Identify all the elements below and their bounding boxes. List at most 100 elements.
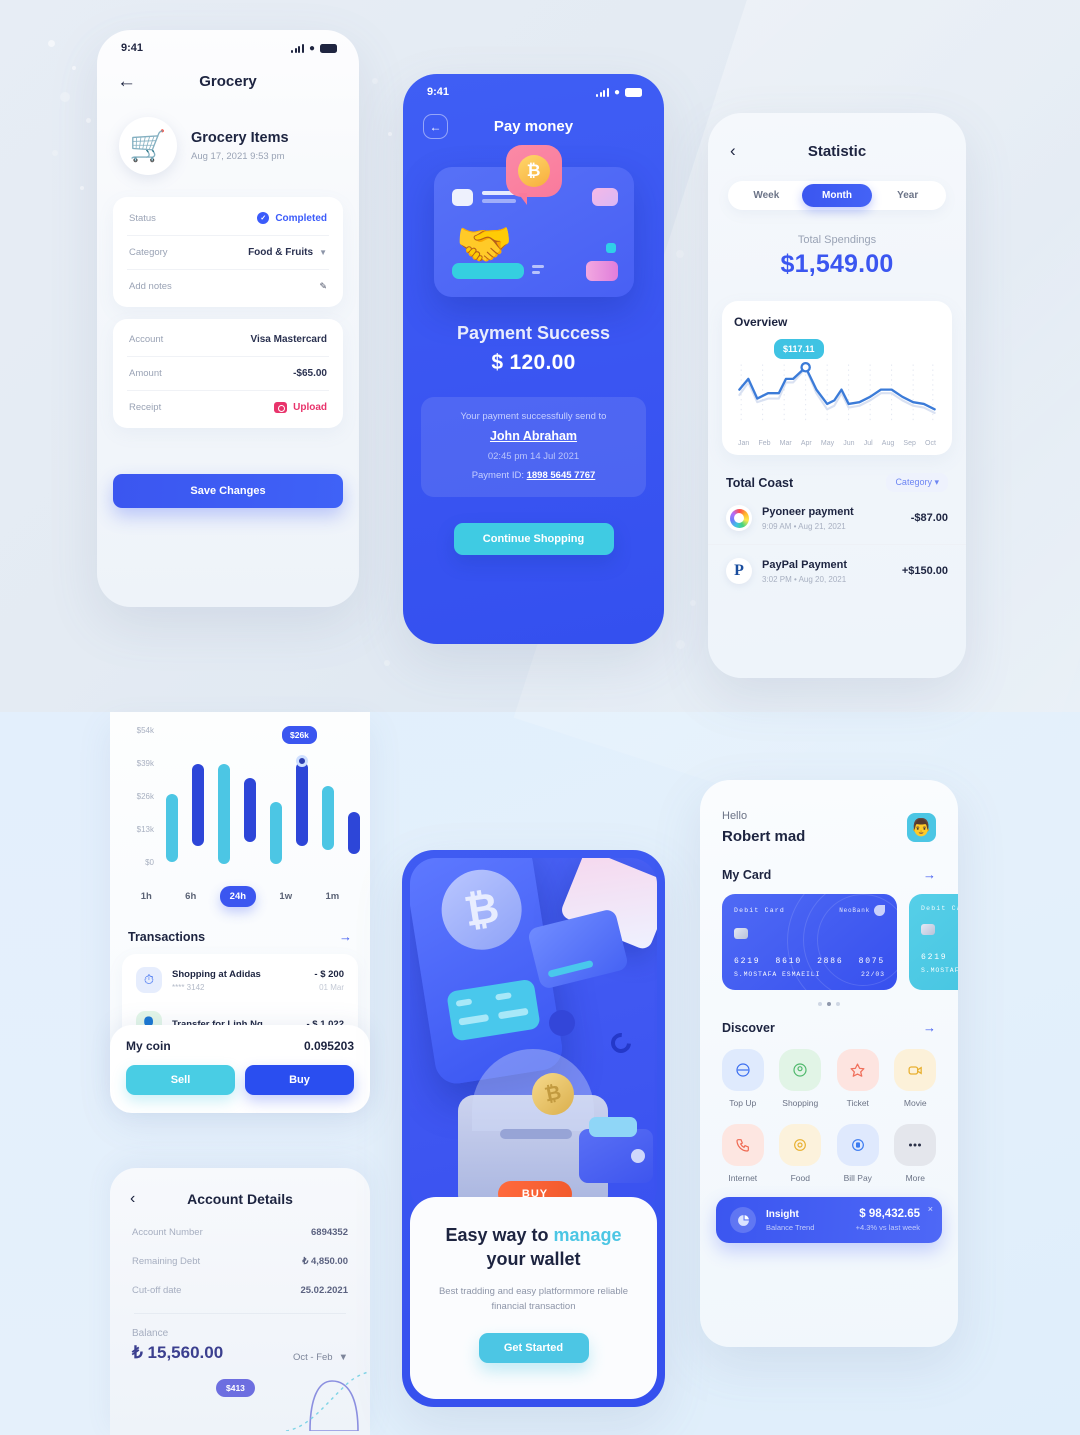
insight-banner[interactable]: Insight Balance Trend $ 98,432.65 +4.3% … bbox=[716, 1197, 942, 1243]
discover-item-bill-pay[interactable]: Bill Pay bbox=[831, 1124, 885, 1183]
discover-label: Ticket bbox=[846, 1098, 869, 1108]
signal-icon bbox=[596, 87, 609, 97]
wallet-3d-icon bbox=[579, 1117, 653, 1183]
transaction-row[interactable]: ⏱ Shopping at Adidas **** 3142 - $ 200 0… bbox=[132, 958, 348, 1002]
continue-shopping-button[interactable]: Continue Shopping bbox=[453, 523, 614, 555]
get-started-button[interactable]: Get Started bbox=[478, 1332, 589, 1363]
arrow-right-icon[interactable]: → bbox=[923, 867, 936, 882]
transaction-meta: 9:09 AM • Aug 21, 2021 bbox=[762, 521, 846, 531]
detail-label: Add notes bbox=[129, 281, 172, 292]
upload-action[interactable]: Upload bbox=[274, 402, 327, 413]
timeframe-1m[interactable]: 1m bbox=[316, 886, 350, 907]
tab-month[interactable]: Month bbox=[801, 184, 873, 207]
sell-button[interactable]: Sell bbox=[126, 1065, 235, 1095]
my-coin-sheet: My coin 0.095203 Sell Buy bbox=[110, 1025, 370, 1113]
category-dropdown[interactable]: Category ▾ bbox=[886, 473, 948, 492]
transaction-row[interactable]: Pyoneer payment 9:09 AM • Aug 21, 2021 -… bbox=[708, 492, 966, 545]
panel-account-details: ‹ Account Details Account Number 6894352… bbox=[110, 1168, 370, 1435]
carousel-dot-active[interactable] bbox=[827, 1002, 831, 1006]
recipient-name: John Abraham bbox=[489, 429, 578, 443]
save-changes-button[interactable]: Save Changes bbox=[113, 474, 343, 508]
overview-chart-card: Overview $117.11 Jan Feb Mar Apr May Jun… bbox=[722, 301, 952, 455]
credit-card[interactable]: Debit Card 6219 8610 S.MOSTAFA ESMAEILI bbox=[909, 894, 958, 990]
payment-id-label: Payment ID: bbox=[471, 470, 524, 481]
insight-value: $ 98,432.65 bbox=[859, 1208, 920, 1220]
y-tick: $0 bbox=[145, 858, 154, 867]
detail-row-status[interactable]: Status ✓ Completed bbox=[127, 201, 329, 236]
tab-week[interactable]: Week bbox=[731, 184, 802, 207]
discover-item-shopping[interactable]: Shopping bbox=[774, 1049, 828, 1108]
payment-row-receipt[interactable]: Receipt Upload bbox=[127, 391, 329, 424]
range-dropdown[interactable]: Oct - Feb ▼ bbox=[293, 1352, 348, 1363]
timeframe-24h[interactable]: 24h bbox=[219, 886, 257, 907]
phone-payment-success: 9:41 ● ← Pay money ₿ 🤝 Payment Success $… bbox=[403, 74, 664, 644]
discover-item-food[interactable]: Food bbox=[774, 1124, 828, 1183]
shopping-icon bbox=[779, 1049, 822, 1091]
carousel-dot[interactable] bbox=[818, 1002, 822, 1006]
arrow-right-icon[interactable]: → bbox=[339, 929, 352, 944]
discover-header: Discover → bbox=[700, 1020, 958, 1035]
balance-row: ₺ 15,560.00 Oct - Feb ▼ bbox=[110, 1339, 370, 1363]
transaction-amount: +$150.00 bbox=[901, 565, 948, 577]
receipt-card: Your payment successfully send to John A… bbox=[421, 397, 646, 497]
credit-card[interactable]: Debit Card NeoBank 6219 8610 2886 8075 S… bbox=[722, 894, 897, 990]
card-number-group: 6219 bbox=[921, 953, 948, 962]
discover-item-more[interactable]: More bbox=[889, 1124, 943, 1183]
timeframe-1h[interactable]: 1h bbox=[131, 886, 162, 907]
topup-icon bbox=[721, 1049, 764, 1091]
discover-item-internet[interactable]: Internet bbox=[716, 1124, 770, 1183]
x-tick: Mar bbox=[779, 440, 792, 447]
x-tick: May bbox=[820, 440, 835, 447]
slot-icon bbox=[500, 1129, 572, 1139]
close-icon[interactable]: × bbox=[928, 1204, 933, 1214]
discover-item-top-up[interactable]: Top Up bbox=[716, 1049, 770, 1108]
wallet-illustration: ₿ ₿ BUY bbox=[410, 858, 657, 1213]
detail-row-category[interactable]: Category Food & Fruits ▼ bbox=[127, 236, 329, 270]
buy-button[interactable]: Buy bbox=[245, 1065, 354, 1095]
discover-item-movie[interactable]: Movie bbox=[889, 1049, 943, 1108]
page-title: Grocery bbox=[199, 73, 257, 90]
bokeh-dot bbox=[60, 92, 70, 102]
card-3d-icon bbox=[446, 978, 541, 1042]
bitcoin-bubble-icon: ₿ bbox=[505, 145, 562, 205]
headline: Easy way to manage your wallet bbox=[432, 1223, 635, 1272]
carousel-dot[interactable] bbox=[836, 1002, 840, 1006]
insight-subtitle: Balance Trend bbox=[766, 1222, 815, 1232]
arrow-right-icon[interactable]: → bbox=[923, 1020, 936, 1035]
coin-value: 0.095203 bbox=[303, 1039, 354, 1053]
discover-item-ticket[interactable]: Ticket bbox=[831, 1049, 885, 1108]
discover-label: Bill Pay bbox=[843, 1173, 872, 1183]
bokeh-dot bbox=[384, 660, 390, 666]
card-carousel[interactable]: Debit Card NeoBank 6219 8610 2886 8075 S… bbox=[700, 882, 958, 990]
card-number-group: 6219 bbox=[734, 957, 761, 966]
more-icon bbox=[894, 1124, 937, 1166]
chevron-down-icon[interactable]: ▼ bbox=[319, 248, 327, 257]
details-card: Status ✓ Completed Category Food & Fruit… bbox=[113, 197, 343, 307]
timeframe-1w[interactable]: 1w bbox=[269, 886, 302, 907]
detail-row-notes[interactable]: Add notes ✎ bbox=[127, 270, 329, 303]
detail-label: Category bbox=[129, 247, 168, 258]
food-icon bbox=[779, 1124, 822, 1166]
detail-label: Status bbox=[129, 212, 156, 224]
total-spendings-value: $1,549.00 bbox=[780, 250, 894, 278]
payment-card: Account Visa Mastercard Amount -$65.00 R… bbox=[113, 319, 343, 428]
range-bar bbox=[218, 764, 230, 864]
transaction-row[interactable]: P PayPal Payment 3:02 PM • Aug 20, 2021 … bbox=[708, 545, 966, 597]
tab-year[interactable]: Year bbox=[872, 184, 943, 207]
chevron-down-icon: ▼ bbox=[338, 1352, 348, 1363]
c-ring-icon bbox=[606, 1028, 636, 1058]
payment-value: -$65.00 bbox=[293, 368, 327, 379]
edit-pencil-icon[interactable]: ✎ bbox=[319, 281, 327, 292]
chart-tooltip: $117.11 bbox=[774, 339, 824, 359]
avatar[interactable]: 👨 bbox=[907, 813, 936, 842]
check-icon: ✓ bbox=[257, 212, 270, 224]
total-coast-header: Total Coast Category ▾ bbox=[726, 473, 948, 492]
timeframe-6h[interactable]: 6h bbox=[175, 886, 206, 907]
y-tick: $54k bbox=[136, 726, 154, 735]
color-ring-icon bbox=[726, 505, 752, 531]
transactions-header: Transactions → bbox=[128, 929, 352, 944]
wifi-icon: ● bbox=[613, 86, 620, 98]
range-bar bbox=[192, 764, 204, 846]
carousel-dots[interactable] bbox=[700, 1002, 958, 1006]
category-label: Category bbox=[895, 477, 932, 487]
